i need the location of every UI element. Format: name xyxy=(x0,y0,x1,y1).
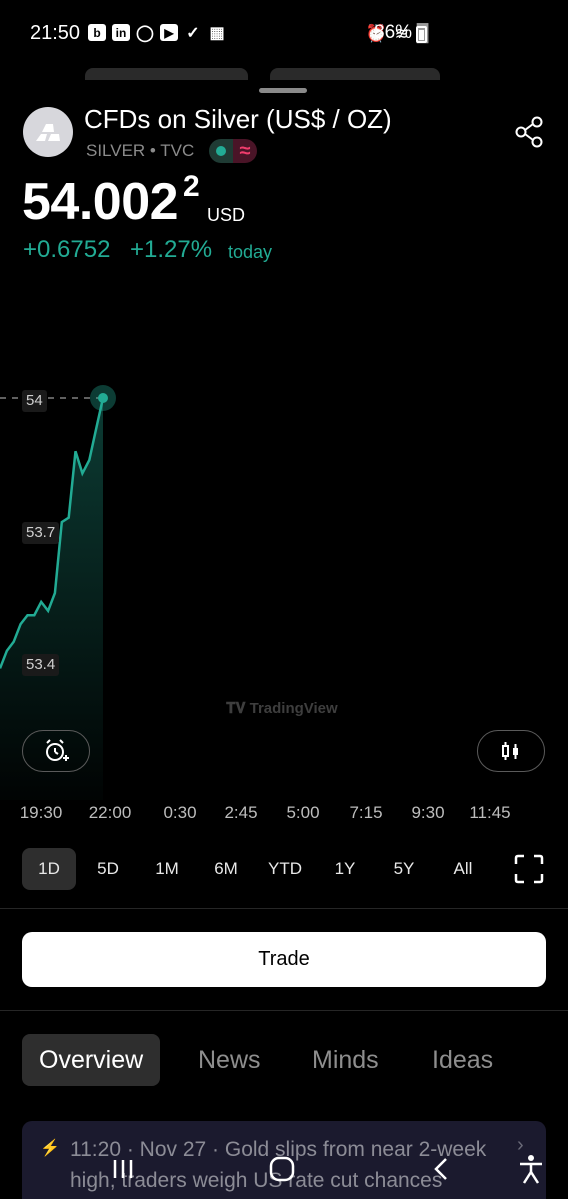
delayed-data-icon: ≈ xyxy=(233,139,257,163)
market-open-icon xyxy=(209,139,233,163)
battery-level: 86% xyxy=(374,22,413,43)
tab-ideas[interactable]: Ideas xyxy=(432,1034,493,1086)
home-icon[interactable] xyxy=(265,1152,299,1186)
chart-type-button[interactable] xyxy=(477,730,545,772)
tradingview-watermark: 𝐓𝐕 TradingView xyxy=(226,700,338,717)
last-price-dot xyxy=(98,393,108,403)
price-change-absolute: +0.6752 xyxy=(23,236,111,263)
price-superscript: 2 xyxy=(183,170,200,203)
range-all[interactable]: All xyxy=(454,848,473,890)
tab-minds[interactable]: Minds xyxy=(312,1034,379,1086)
sheet-grabber[interactable] xyxy=(259,88,307,93)
x-tick-label: 2:45 xyxy=(224,803,258,822)
battery-icon xyxy=(416,26,427,43)
tab-news[interactable]: News xyxy=(198,1034,261,1086)
y-tick-label: 53.7 xyxy=(22,522,60,544)
check-icon: ✓ xyxy=(186,24,200,42)
price-value: 54.002 xyxy=(22,173,179,231)
x-tick-label: 9:30 xyxy=(411,803,445,822)
x-tick-label: 5:00 xyxy=(286,803,320,822)
price-chart[interactable] xyxy=(0,300,568,800)
back-icon[interactable] xyxy=(424,1152,458,1186)
x-tick-label: 19:30 xyxy=(19,803,63,822)
market-status-badges[interactable]: ≈ xyxy=(209,139,257,163)
y-tick-label: 53.4 xyxy=(22,654,60,676)
alarm-plus-icon xyxy=(46,739,69,761)
system-nav-bar xyxy=(0,1140,568,1199)
range-5y[interactable]: 5Y xyxy=(394,848,415,890)
youtube-icon: ▶ xyxy=(160,24,178,41)
x-tick-label: 11:45 xyxy=(469,803,511,822)
x-tick-label: 7:15 xyxy=(349,803,383,822)
tray-icon: ◯ xyxy=(136,24,154,42)
x-tick-label: 22:00 xyxy=(88,803,132,822)
status-bar: 21:50 b in ◯ ▶ ✓ ▦ ⏰ ≋ ▉ 86% xyxy=(0,0,568,68)
linkedin-icon: in xyxy=(112,24,130,41)
trade-button[interactable]: Trade xyxy=(22,932,546,987)
symbol-subtitle: SILVER • TVC xyxy=(86,141,195,160)
x-tick-label: 0:30 xyxy=(163,803,197,822)
price-currency: USD xyxy=(207,205,246,225)
status-time: 21:50 xyxy=(30,22,81,44)
photo-icon: ▦ xyxy=(209,24,225,42)
share-icon[interactable] xyxy=(513,115,545,149)
tab-overview[interactable]: Overview xyxy=(22,1034,161,1086)
add-alert-button[interactable] xyxy=(22,730,90,772)
divider xyxy=(0,1010,568,1011)
sheet-tab-left xyxy=(85,68,248,80)
range-ytd[interactable]: YTD xyxy=(268,848,302,890)
silver-bars-icon xyxy=(23,107,73,157)
tradingview-logo-icon: 𝐓𝐕 xyxy=(226,700,246,717)
accessibility-icon[interactable] xyxy=(514,1152,548,1186)
range-5d[interactable]: 5D xyxy=(97,848,119,890)
range-1d[interactable]: 1D xyxy=(22,848,76,890)
divider xyxy=(0,908,568,909)
symbol-title: CFDs on Silver (US$ / OZ) xyxy=(84,104,392,134)
y-tick-label: 54 xyxy=(22,390,47,412)
range-1m[interactable]: 1M xyxy=(155,848,179,890)
recents-icon[interactable] xyxy=(106,1152,140,1186)
sheet-tab-right xyxy=(270,68,440,80)
price-change-percent: +1.27% xyxy=(130,236,213,263)
range-1y[interactable]: 1Y xyxy=(335,848,356,890)
fullscreen-icon[interactable] xyxy=(514,854,544,884)
price-change-period: today xyxy=(228,242,273,262)
range-6m[interactable]: 6M xyxy=(214,848,238,890)
app-b-icon: b xyxy=(88,24,106,41)
x-axis: 19:30 22:00 0:30 2:45 5:00 7:15 9:30 11:… xyxy=(0,803,568,823)
candlestick-icon xyxy=(502,742,518,760)
status-app-icons: b in ◯ ▶ ✓ ▦ xyxy=(88,24,226,42)
